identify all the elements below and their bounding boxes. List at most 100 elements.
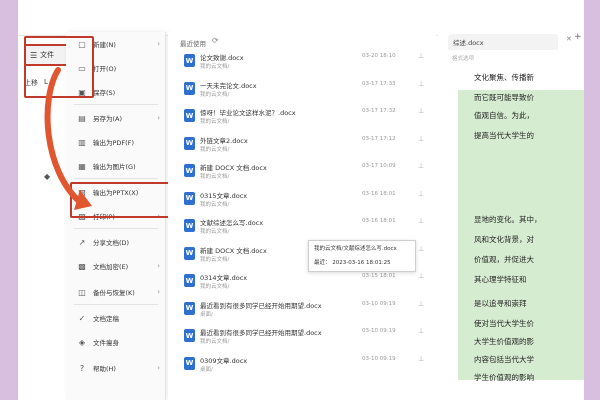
pin-icon[interactable]: ⊥ — [418, 107, 424, 115]
menu-divider — [74, 304, 158, 305]
menu-item-image[interactable]: ▦ 输出为图片(G) — [66, 156, 166, 176]
doc-location: 我的云文档/ — [200, 284, 230, 290]
doc-name: 外链文章2.docx — [200, 136, 248, 145]
document-text-line: 文化聚焦、传播新 — [474, 73, 534, 82]
document-text-line: 而它既可能导致价 — [474, 93, 534, 102]
lock-icon: ▩ — [78, 261, 86, 271]
recent-doc-item[interactable]: W 惊呀！毕业论文这样水泥？.docx 我的云文档/03-17 17:32 ⊥ — [178, 103, 428, 131]
tooltip-recent-label: 最近： — [314, 260, 331, 266]
doc-date: 03-17 17:33 — [362, 80, 396, 87]
tooltip-recent-time: 2023-03-16 18:01:25 — [332, 260, 391, 266]
menu-item-help[interactable]: ? 帮助(H) › — [66, 358, 166, 378]
print-icon: ▨ — [78, 211, 86, 221]
submenu-arrow-icon: › — [157, 212, 160, 220]
doc-name: 新建 DOCX 文档.docx — [200, 246, 267, 255]
doc-name: 论文致谢.docx — [200, 54, 244, 62]
doc-date: 03-15 18:01 — [362, 273, 396, 279]
word-doc-icon: W — [184, 109, 195, 122]
pin-icon[interactable]: ⊥ — [418, 217, 424, 225]
pin-icon[interactable]: ⊥ — [418, 245, 424, 253]
menu-item-new-doc[interactable]: ▢ 新建(N) › — [66, 34, 166, 54]
doc-name: 新建 DOCX 文档.docx — [200, 164, 267, 172]
doc-date: 03-17 10:09 — [362, 163, 396, 169]
menu-item-finalize[interactable]: ✓ 文档定稿 — [66, 308, 166, 328]
menu-item-lock[interactable]: ▩ 文档加密(E) › — [66, 256, 166, 276]
menu-item-label: 帮助(H) — [93, 365, 116, 373]
document-text-line: 提高当代大学生的 — [474, 131, 534, 140]
doc-location: 我的云文档/ — [200, 201, 230, 208]
finalize-icon: ✓ — [78, 313, 86, 323]
doc-location: 我的云文档/ — [200, 146, 230, 153]
close-tab-icon[interactable]: ✕ — [566, 35, 572, 43]
doc-date: 03-17 17:12 — [362, 135, 396, 142]
menu-item-save[interactable]: ▣ 保存(S) — [66, 82, 166, 102]
recent-doc-item[interactable]: W 最近看到有很多同学已经开始用期望.docx 我的云文档/03-10 09:19 ⊥ — [178, 323, 428, 351]
menu-item-pdf[interactable]: ▥ 输出为PDF(F) — [66, 132, 166, 152]
document-text-line: 值观自信。为此， — [474, 111, 534, 120]
tooltip-recent-line: 最近： 2023-03-16 18:01:25 — [314, 258, 410, 266]
document-text-line: 内容包括当代大学 — [474, 355, 534, 364]
pin-icon[interactable]: ⊥ — [418, 135, 424, 143]
doc-location: 桌面/ — [200, 311, 213, 318]
help-icon: ? — [79, 363, 85, 373]
toolbar-label-l: L — [44, 78, 48, 86]
document-tab[interactable]: 综述.docx — [448, 34, 558, 50]
new-doc-icon: ▢ — [78, 39, 86, 49]
file-menu-button[interactable]: ☰ 文件 — [24, 44, 68, 66]
menu-item-backup[interactable]: ◫ 备份与恢复(K) › — [66, 282, 166, 302]
pin-icon[interactable]: ⊥ — [418, 190, 424, 198]
move-up-button[interactable]: 上移 — [24, 79, 38, 87]
tooltip-path: 我的云文档/文献综述怎么写.docx — [314, 246, 397, 252]
menu-item-label: 文档定稿 — [93, 315, 119, 323]
menu-item-label: 保存(S) — [93, 89, 116, 97]
pdf-icon: ▥ — [78, 137, 86, 147]
new-tab-icon[interactable]: + — [574, 32, 582, 42]
menu-item-label: 打开(O) — [93, 65, 117, 73]
word-doc-icon: W — [184, 219, 195, 232]
doc-date: 03-10 09:19 — [362, 300, 396, 307]
recent-doc-item[interactable]: W 0314文章.docx 我的云文档/03-15 18:01 ⊥ — [178, 268, 428, 296]
pin-icon[interactable]: ⊥ — [418, 272, 424, 280]
doc-date: 03-16 18:01 — [362, 190, 396, 197]
doc-date: 03-17 17:32 — [362, 108, 396, 114]
menu-item-label: 新建(N) — [93, 41, 116, 49]
menu-item-label: 另存为(A) — [93, 115, 123, 123]
pin-icon[interactable]: ⊥ — [418, 162, 424, 170]
file-path-tooltip: 我的云文档/文献综述怎么写.docx 最近： 2023-03-16 18:01:… — [308, 240, 416, 272]
format-options-label: 格式选项 — [452, 56, 475, 62]
doc-name: 最近看到有很多同学已经开始用期望.docx — [200, 329, 322, 337]
document-text-line: 风和文化背景，对 — [474, 235, 534, 244]
submenu-arrow-icon: › — [157, 114, 160, 122]
doc-name: 最近看到有很多同学已经开始用期望.docx — [200, 301, 322, 310]
menu-item-share[interactable]: ↗ 分享文档(D) — [66, 232, 166, 252]
pin-icon[interactable]: ⊥ — [418, 300, 424, 308]
recent-doc-item[interactable]: W 一天未完论文.docx 我的云文档/03-17 17:33 ⊥ — [178, 76, 428, 104]
pin-icon[interactable]: ⊥ — [418, 327, 424, 335]
recent-doc-item[interactable]: W 最近看到有很多同学已经开始用期望.docx 桌面/03-10 09:19 ⊥ — [178, 296, 428, 324]
recent-doc-item[interactable]: W 外链文章2.docx 我的云文档/03-17 17:12 ⊥ — [178, 131, 428, 159]
menu-item-pptx[interactable]: ▧ 输出为PPTX(X) — [66, 182, 166, 202]
share-icon: ↗ — [78, 237, 86, 247]
menu-item-label: 输出为PDF(F) — [93, 139, 134, 147]
menu-item-print[interactable]: ▨ 打印(P) › — [66, 206, 166, 226]
pin-icon[interactable]: ⊥ — [418, 355, 424, 363]
pin-icon[interactable]: ⊥ — [418, 52, 424, 60]
menu-item-open-folder[interactable]: ▭ 打开(O) — [66, 58, 166, 78]
document-text-line: 使对当代大学生价 — [474, 319, 534, 328]
recent-doc-item[interactable]: W 文献综述怎么写.docx 我的云文档/03-16 18:01 ⊥ — [178, 213, 428, 241]
recent-doc-item[interactable]: W 0309文章.docx 桌面/03-10 09:19 ⊥ — [178, 351, 428, 379]
menu-item-label: 分享文档(D) — [93, 239, 130, 247]
submenu-arrow-icon: › — [157, 364, 160, 372]
doc-location: 我的云文档/ — [200, 256, 230, 263]
menu-item-save-as[interactable]: ▤ 另存为(A) › — [66, 108, 166, 128]
refresh-icon[interactable]: ⟳ — [212, 36, 219, 45]
doc-location: 桌面/ — [200, 366, 213, 373]
menu-item-slim[interactable]: ◈ 文件瘦身 — [66, 332, 166, 352]
recent-doc-item[interactable]: W 0315文章.docx 我的云文档/03-16 18:01 ⊥ — [178, 186, 428, 214]
recent-doc-item[interactable]: W 论文致谢.docx 我的云文档/03-20 18:10 ⊥ — [178, 48, 428, 76]
save-icon: ▣ — [78, 87, 86, 97]
doc-location: 我的云文档/ — [200, 229, 230, 235]
recent-doc-item[interactable]: W 新建 DOCX 文档.docx 我的云文档/03-17 10:09 ⊥ — [178, 158, 428, 186]
menu-item-label: 打印(P) — [93, 213, 115, 221]
pin-icon[interactable]: ⊥ — [418, 80, 424, 88]
